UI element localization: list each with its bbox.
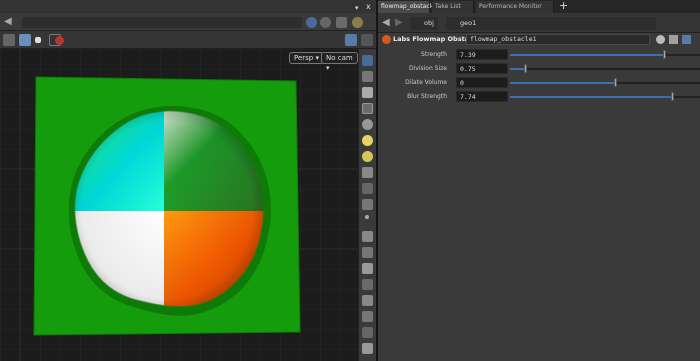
edge-icon[interactable] bbox=[362, 231, 373, 242]
brush-icon[interactable] bbox=[362, 247, 373, 258]
camera-menu-button[interactable]: No cam ▾ bbox=[321, 52, 358, 72]
move-icon[interactable] bbox=[345, 34, 357, 46]
grid-toggle-icon[interactable] bbox=[362, 199, 373, 210]
param-strength: Strength 7.39 bbox=[378, 49, 700, 61]
parameter-panel: flowmap_obstacle1 Take List Performance … bbox=[376, 0, 700, 361]
scene-view-panel: ▾ x ◀ Persp ▾ No cam ▾ bbox=[0, 0, 376, 361]
view-menu-button[interactable]: Persp ▾ bbox=[289, 52, 324, 64]
param-label: Blur Strength bbox=[407, 93, 447, 100]
param-value-field[interactable]: 0 bbox=[456, 77, 508, 88]
display-options-icon[interactable] bbox=[3, 34, 15, 46]
param-blur-strength: Blur Strength 7.74 bbox=[378, 91, 700, 103]
path-dropdown[interactable] bbox=[22, 17, 302, 28]
param-label: Dilate Volume bbox=[405, 79, 447, 86]
param-slider[interactable] bbox=[510, 50, 700, 59]
info-icon[interactable] bbox=[682, 35, 691, 44]
network-nav-bar: ◀ ▶ obj geo1 bbox=[378, 13, 700, 33]
refresh-icon[interactable] bbox=[320, 17, 331, 28]
scene-icon[interactable] bbox=[362, 167, 373, 178]
param-slider-thumb[interactable] bbox=[614, 78, 617, 87]
viewport-side-toolbar bbox=[358, 49, 376, 361]
forward-arrow-icon[interactable]: ▶ bbox=[395, 17, 403, 28]
wire-icon[interactable] bbox=[362, 183, 373, 194]
param-slider[interactable] bbox=[510, 64, 700, 73]
light-bulb-icon[interactable] bbox=[362, 135, 373, 146]
param-slider-thumb[interactable] bbox=[524, 64, 527, 73]
add-tab-button[interactable]: + bbox=[559, 0, 568, 12]
pane-menu-button[interactable]: ▾ bbox=[355, 4, 359, 12]
link-icon[interactable] bbox=[352, 17, 363, 28]
pin-icon[interactable] bbox=[336, 17, 347, 28]
record-icon[interactable] bbox=[55, 36, 64, 45]
sphere-icon[interactable] bbox=[362, 119, 373, 130]
param-value-field[interactable]: 7.74 bbox=[456, 91, 508, 102]
param-value-field[interactable]: 0.75 bbox=[456, 63, 508, 74]
view-tool-icon[interactable] bbox=[362, 103, 373, 114]
measure-icon[interactable] bbox=[362, 311, 373, 322]
gear-icon[interactable] bbox=[656, 35, 665, 44]
lock-icon[interactable] bbox=[362, 87, 373, 98]
param-label: Division Size bbox=[409, 65, 447, 72]
back-arrow-icon[interactable]: ◀ bbox=[4, 16, 12, 27]
viewport-toolbar bbox=[0, 31, 376, 49]
camera-icon[interactable] bbox=[19, 34, 31, 46]
pane-tab-bar: ▾ x bbox=[0, 0, 376, 13]
select-tool-icon[interactable] bbox=[362, 55, 373, 66]
param-dilate-volume: Dilate Volume 0 bbox=[378, 77, 700, 89]
transform-icon[interactable] bbox=[362, 327, 373, 338]
pose-tool-icon[interactable] bbox=[362, 71, 373, 82]
back-arrow-icon[interactable]: ◀ bbox=[382, 17, 390, 28]
param-division-size: Division Size 0.75 bbox=[378, 63, 700, 75]
param-slider-fill bbox=[510, 54, 664, 56]
number-icon[interactable] bbox=[362, 263, 373, 274]
point-icon[interactable] bbox=[365, 215, 369, 219]
breadcrumb-label: geo1 bbox=[460, 19, 477, 27]
param-value-field[interactable]: 7.39 bbox=[456, 49, 508, 60]
param-slider-fill bbox=[510, 96, 672, 98]
param-slider-thumb[interactable] bbox=[671, 92, 674, 101]
bulb-icon[interactable] bbox=[362, 151, 373, 162]
tab-performance-monitor[interactable]: Performance Monitor bbox=[476, 1, 554, 13]
network-path-bar: ◀ bbox=[0, 13, 376, 31]
param-slider-thumb[interactable] bbox=[663, 50, 666, 59]
node-name-field[interactable]: flowmap_obstacle1 bbox=[466, 34, 650, 45]
globe-icon[interactable] bbox=[306, 17, 317, 28]
tab-label: Take List bbox=[435, 3, 461, 10]
param-label: Strength bbox=[421, 51, 447, 58]
tab-take-list[interactable]: Take List bbox=[432, 1, 474, 13]
selection-mode-icon[interactable] bbox=[35, 37, 41, 43]
param-slider-fill bbox=[510, 82, 615, 84]
handle-icon[interactable] bbox=[362, 279, 373, 290]
param-slider[interactable] bbox=[510, 92, 700, 101]
tab-label: flowmap_obstacle1 bbox=[381, 3, 439, 10]
breadcrumb-label: obj bbox=[424, 19, 434, 27]
node-header: Labs Flowmap Obstacle flowmap_obstacle1 bbox=[378, 33, 700, 46]
pane-tabs: flowmap_obstacle1 Take List Performance … bbox=[378, 0, 700, 13]
param-slider-fill bbox=[510, 68, 525, 70]
breadcrumb-obj[interactable]: obj bbox=[410, 17, 438, 30]
viewport-scene bbox=[0, 49, 358, 361]
tab-label: Performance Monitor bbox=[479, 3, 542, 10]
expand-icon[interactable] bbox=[361, 34, 373, 46]
param-slider[interactable] bbox=[510, 78, 700, 87]
close-pane-button[interactable]: x bbox=[366, 2, 371, 11]
wrench-icon[interactable] bbox=[362, 343, 373, 354]
tab-flowmap-obstacle[interactable]: flowmap_obstacle1 bbox=[378, 1, 439, 13]
help-icon[interactable] bbox=[669, 35, 678, 44]
frame-icon[interactable] bbox=[362, 295, 373, 306]
node-type-icon bbox=[382, 35, 391, 44]
breadcrumb-geo1[interactable]: geo1 bbox=[446, 17, 656, 30]
3d-viewport[interactable]: Persp ▾ No cam ▾ bbox=[0, 49, 358, 361]
